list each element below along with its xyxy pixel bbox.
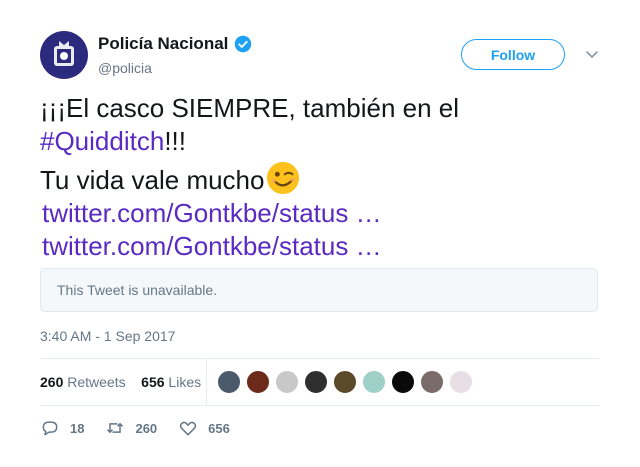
chevron-down-icon[interactable] xyxy=(585,47,599,61)
like-action[interactable]: 656 xyxy=(178,418,230,438)
liker-avatar-5[interactable] xyxy=(333,370,357,394)
follow-button[interactable]: Follow xyxy=(461,39,565,70)
retweet-action[interactable]: 260 xyxy=(105,418,157,438)
police-crest-icon xyxy=(54,41,74,66)
retweet-icon xyxy=(107,422,124,434)
reply-icon xyxy=(42,421,58,436)
winking-face-emoji xyxy=(267,161,300,195)
liker-avatar-2[interactable] xyxy=(246,370,270,394)
tweet-line-3-text: Tu vida vale mucho xyxy=(40,165,265,195)
liker-avatar-7[interactable] xyxy=(391,370,415,394)
like-count: 656 xyxy=(208,420,230,436)
liker-avatar-6[interactable] xyxy=(362,370,386,394)
unavailable-message: This Tweet is unavailable. xyxy=(57,282,218,298)
liker-avatar-4[interactable] xyxy=(304,370,328,394)
tweet-timestamp[interactable]: 3:40 AM - 1 Sep 2017 xyxy=(40,328,175,344)
verified-badge-icon xyxy=(235,35,252,53)
likes-stat[interactable]: 656 Likes xyxy=(141,374,201,390)
liker-avatars xyxy=(217,370,473,394)
liker-avatar-1[interactable] xyxy=(217,370,241,394)
likes-label: Likes xyxy=(168,374,202,390)
tweet-line-2: #Quidditch!!! xyxy=(40,125,600,158)
status-link-1[interactable]: twitter.com/Gontkbe/status … xyxy=(40,198,382,228)
liker-avatar-3[interactable] xyxy=(275,370,299,394)
tweet-line-3: Tu vida vale mucho xyxy=(40,161,600,197)
account-handle[interactable]: @policia xyxy=(98,60,252,76)
status-link-1-row: twitter.com/Gontkbe/status … xyxy=(40,197,600,230)
liker-avatar-9[interactable] xyxy=(449,370,473,394)
account-info: Policía Nacional @policia xyxy=(98,34,252,76)
display-name-row[interactable]: Policía Nacional xyxy=(98,34,252,54)
tweet-text: ¡¡¡El casco SIEMPRE, también en el #Quid… xyxy=(40,92,600,263)
stat-counts: 260 Retweets 656 Likes xyxy=(40,374,201,390)
avatar[interactable] xyxy=(40,31,88,79)
likes-count: 656 xyxy=(141,374,165,390)
tweet-actions: 18 260 656 xyxy=(40,418,251,438)
quoted-tweet-unavailable: This Tweet is unavailable. xyxy=(40,268,598,312)
tweet-header: Policía Nacional @policia Follow xyxy=(40,31,600,81)
display-name[interactable]: Policía Nacional xyxy=(98,34,228,54)
hashtag-suffix: !!! xyxy=(164,126,186,156)
liker-avatar-8[interactable] xyxy=(420,370,444,394)
tweet-stats: 260 Retweets 656 Likes xyxy=(40,358,600,406)
retweet-count: 260 xyxy=(135,420,158,436)
retweets-stat[interactable]: 260 Retweets xyxy=(40,374,126,390)
heart-icon xyxy=(180,421,197,436)
status-link-2-row: twitter.com/Gontkbe/status … xyxy=(40,230,600,263)
retweets-label: Retweets xyxy=(67,374,126,390)
stats-divider xyxy=(206,359,207,405)
retweets-count: 260 xyxy=(40,374,64,390)
status-link-2[interactable]: twitter.com/Gontkbe/status … xyxy=(40,231,382,261)
reply-action[interactable]: 18 xyxy=(40,418,84,438)
tweet-line-1: ¡¡¡El casco SIEMPRE, también en el xyxy=(40,93,460,123)
hashtag-link[interactable]: #Quidditch xyxy=(40,126,164,156)
reply-count: 18 xyxy=(70,420,85,436)
